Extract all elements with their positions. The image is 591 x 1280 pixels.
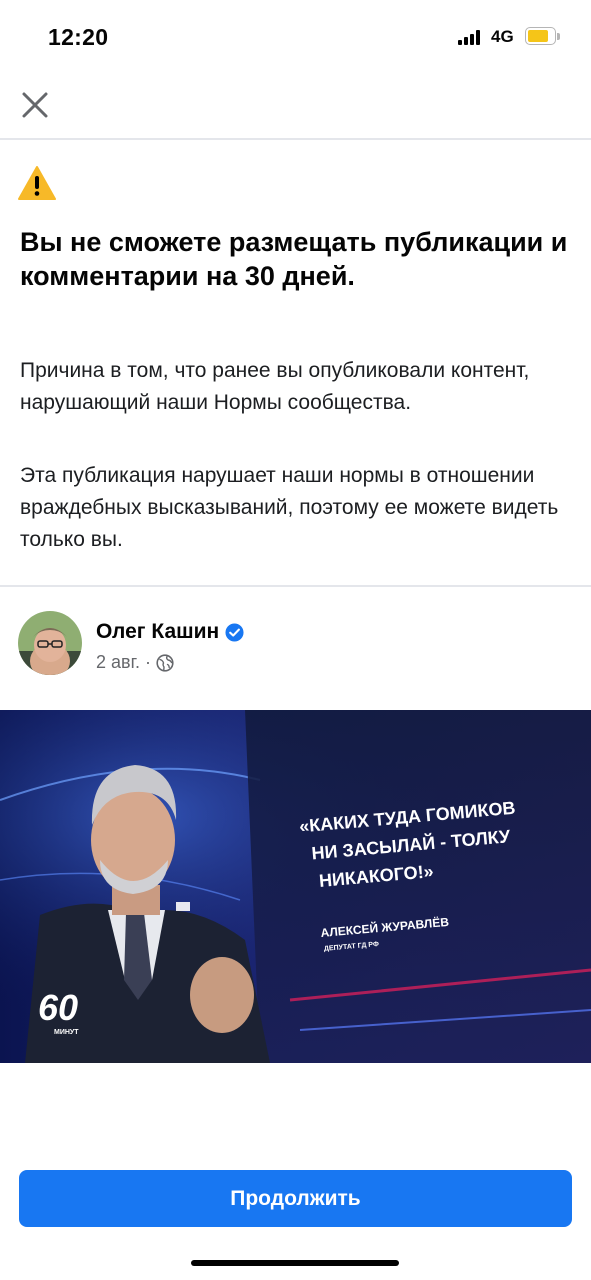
warning-icon	[18, 165, 56, 201]
battery-icon	[525, 27, 556, 45]
header-divider	[0, 138, 591, 140]
show-logo: 60	[38, 987, 78, 1028]
post-image[interactable]: 60 МИНУТ «КАКИХ ТУДА ГОМИКОВ НИ ЗАСЫЛАЙ …	[0, 710, 591, 1063]
battery-tip	[557, 33, 560, 40]
meta-separator: ·	[144, 652, 151, 672]
close-button[interactable]	[16, 86, 54, 124]
continue-button[interactable]: Продолжить	[19, 1170, 572, 1227]
network-type: 4G	[491, 27, 514, 46]
author-name: Олег Кашин	[96, 620, 220, 643]
globe-icon	[156, 653, 174, 672]
close-icon	[22, 92, 48, 118]
avatar[interactable]	[18, 611, 82, 675]
restriction-title: Вы не сможете размещать публикации и ком…	[20, 227, 568, 291]
signal-strength-icon	[458, 30, 482, 45]
restriction-details: Эта публикация нарушает наши нормы в отн…	[20, 464, 559, 551]
status-time: 12:20	[48, 24, 109, 50]
verified-badge-icon	[225, 622, 244, 642]
restriction-reason: Причина в том, что ранее вы опубликовали…	[20, 359, 530, 414]
post-author[interactable]: Олег Кашин	[96, 620, 244, 644]
home-indicator	[191, 1260, 399, 1266]
post-date[interactable]: 2 авг.	[96, 652, 140, 673]
section-divider	[0, 585, 591, 587]
show-logo-sub: МИНУТ	[54, 1029, 79, 1036]
post-meta: 2 авг. ·	[96, 652, 174, 673]
